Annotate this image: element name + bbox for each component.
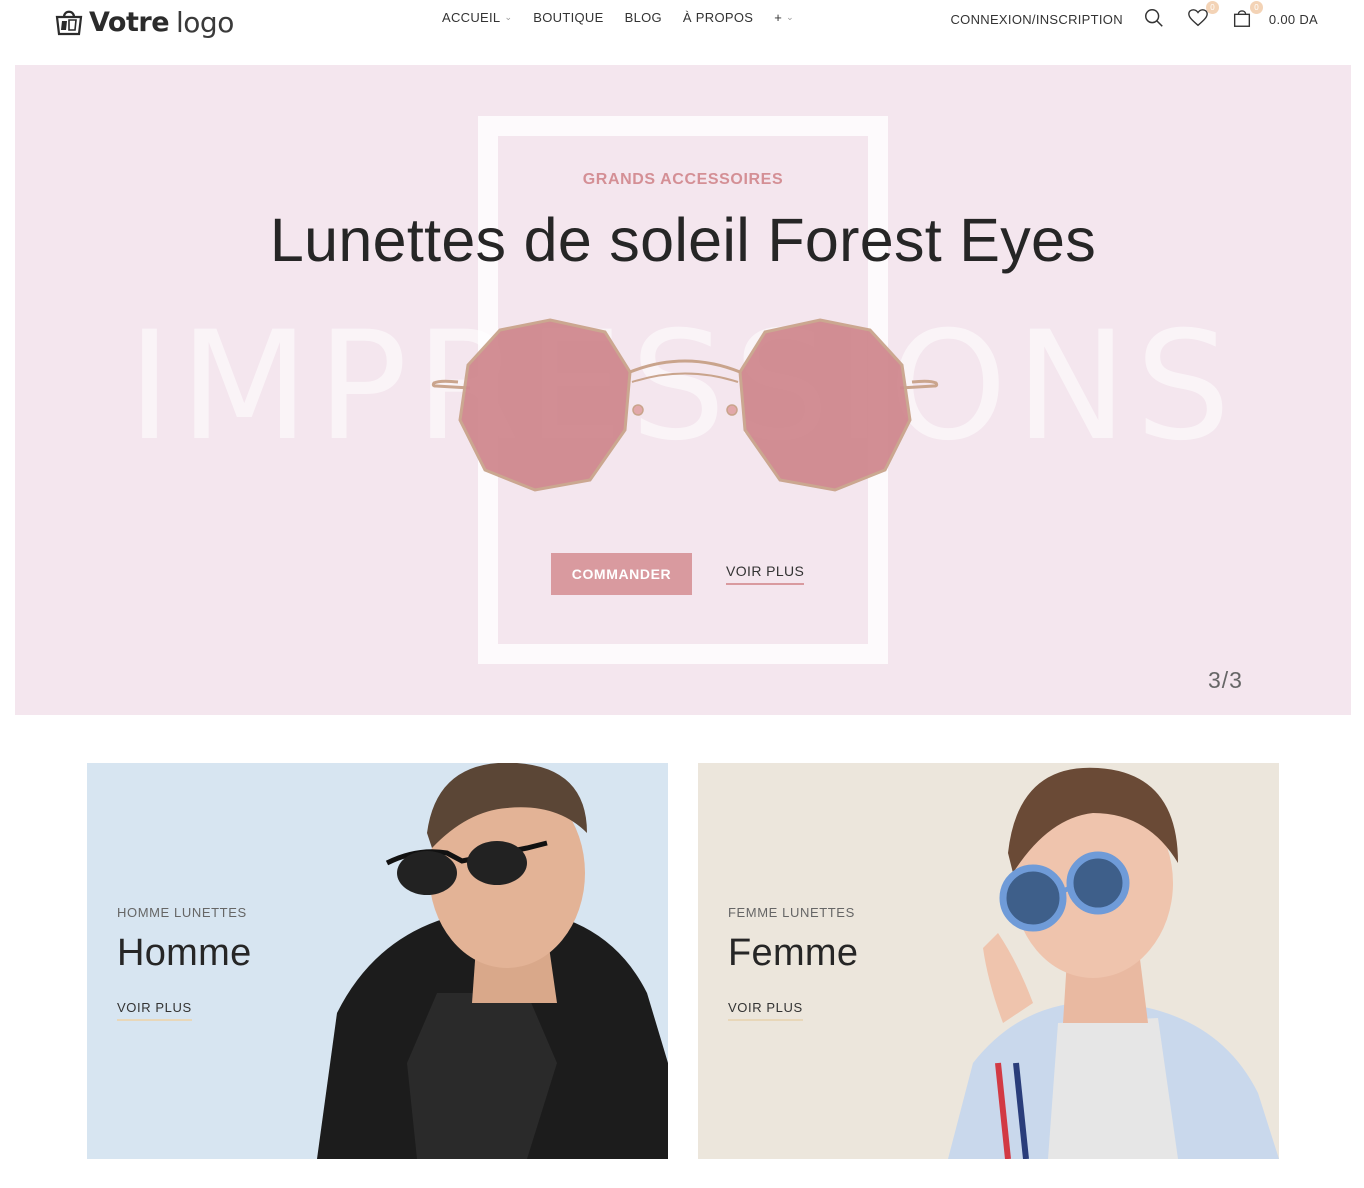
nav-item-label: À PROPOS xyxy=(682,10,754,25)
wishlist-count-badge: 0 xyxy=(1205,1,1219,14)
login-register-link[interactable]: CONNEXION/INSCRIPTION xyxy=(950,12,1122,27)
order-button[interactable]: COMMANDER xyxy=(551,553,692,595)
nav-item-label: + xyxy=(774,10,783,25)
category-see-more-link[interactable]: VOIR PLUS xyxy=(117,1000,192,1021)
header-actions: CONNEXION/INSCRIPTION 0 0 0.00 DA xyxy=(950,1,1318,32)
category-kicker: FEMME LUNETTES xyxy=(728,905,855,920)
category-title: Homme xyxy=(117,932,252,974)
category-see-more-link[interactable]: VOIR PLUS xyxy=(728,1000,803,1021)
logo-text-bold: Votre xyxy=(89,6,170,38)
nav-item-label: BLOG xyxy=(624,10,662,25)
hero-slider: IMPRESSIONS GRANDS ACCESSOIRES Lunettes … xyxy=(15,65,1351,715)
hero-kicker: GRANDS ACCESSOIRES xyxy=(582,171,784,188)
site-logo[interactable]: Votre logo xyxy=(53,3,234,41)
chevron-down-icon: ⌄ xyxy=(504,12,513,22)
cart-count-badge: 0 xyxy=(1249,1,1263,14)
heart-icon xyxy=(1188,9,1208,27)
sunglasses-image xyxy=(431,318,939,492)
nav-item-accueil[interactable]: ACCUEIL ⌄ xyxy=(442,10,512,25)
slide-counter: 3/3 xyxy=(1208,667,1243,693)
category-card-men[interactable]: HOMME LUNETTES Homme VOIR PLUS xyxy=(87,763,668,1159)
category-title: Femme xyxy=(728,932,859,974)
main-nav: ACCUEIL ⌄ BOUTIQUE BLOG À PROPOS + ⌄ xyxy=(442,10,815,25)
cart-total[interactable]: 0.00 DA xyxy=(1269,12,1318,27)
logo-text-light: logo xyxy=(176,5,234,39)
chevron-down-icon: ⌄ xyxy=(786,12,794,22)
cart-button[interactable]: 0 xyxy=(1231,1,1263,31)
category-card-women[interactable]: FEMME LUNETTES Femme VOIR PLUS xyxy=(698,763,1279,1159)
nav-item-boutique[interactable]: BOUTIQUE xyxy=(533,10,603,25)
nav-item-a-propos[interactable]: À PROPOS xyxy=(683,10,753,25)
shopping-bag-icon xyxy=(55,10,83,36)
search-icon xyxy=(1144,9,1163,27)
nav-item-label: ACCUEIL xyxy=(442,10,501,25)
nav-item-label: BOUTIQUE xyxy=(533,10,604,25)
nav-item-blog[interactable]: BLOG xyxy=(625,10,662,25)
search-button[interactable] xyxy=(1143,7,1167,31)
site-header: Votre logo ACCUEIL ⌄ BOUTIQUE BLOG À PRO… xyxy=(0,0,1364,64)
shopping-bag-icon xyxy=(1233,10,1250,27)
hero-see-more-link[interactable]: VOIR PLUS xyxy=(726,563,805,585)
wishlist-button[interactable]: 0 xyxy=(1187,1,1219,31)
hero-title: Lunettes de soleil Forest Eyes xyxy=(269,206,1097,274)
nav-item-more[interactable]: + ⌄ xyxy=(774,10,794,25)
category-kicker: HOMME LUNETTES xyxy=(117,905,247,920)
